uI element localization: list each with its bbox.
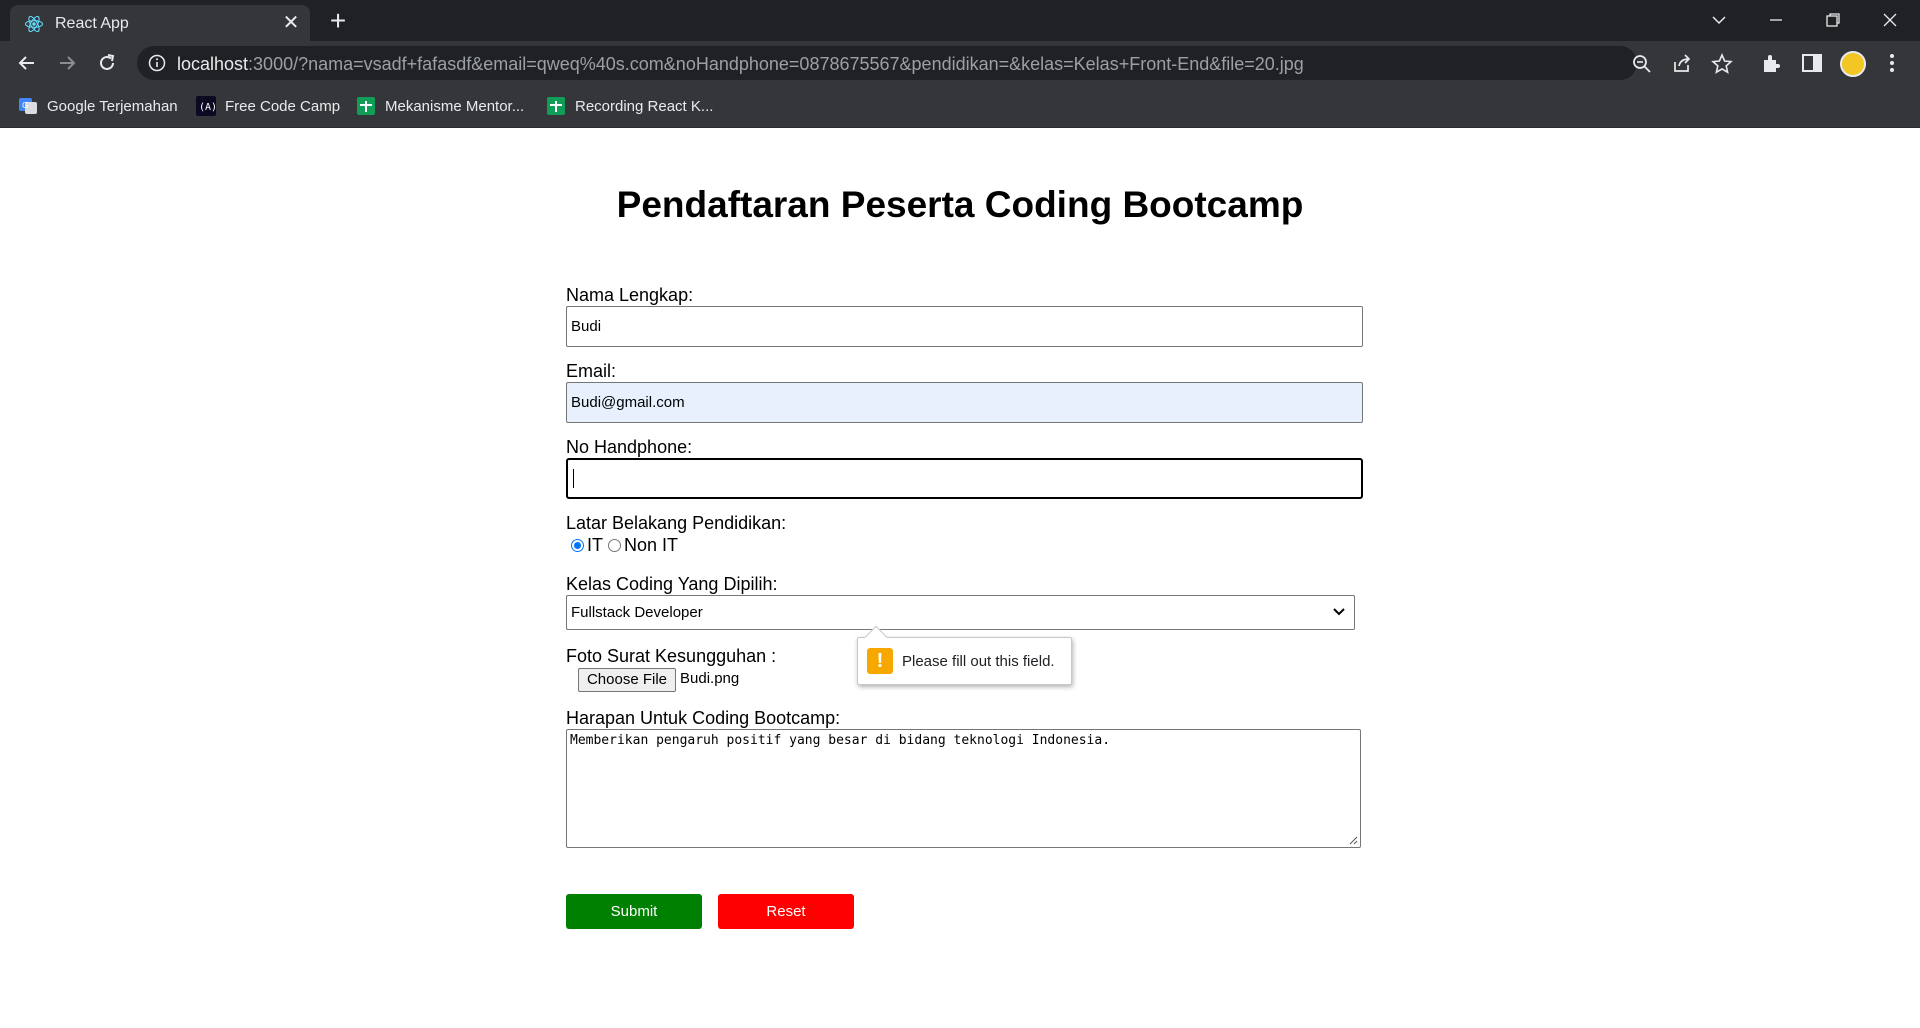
extensions-icon[interactable] bbox=[1760, 51, 1784, 75]
email-input[interactable]: Budi@gmail.com bbox=[566, 382, 1363, 423]
handphone-input[interactable] bbox=[566, 458, 1363, 499]
harapan-textarea[interactable]: Memberikan pengaruh positif yang besar d… bbox=[566, 729, 1361, 848]
tab-title: React App bbox=[55, 15, 129, 32]
handphone-label: No Handphone: bbox=[566, 437, 693, 457]
bookmark-star-icon[interactable] bbox=[1711, 53, 1733, 75]
restore-icon[interactable] bbox=[1816, 4, 1850, 36]
bookmark-mekanisme-mentor[interactable]: Mekanisme Mentor... bbox=[356, 95, 524, 117]
page-title: Pendaftaran Peserta Coding Bootcamp bbox=[616, 184, 1304, 225]
text-caret bbox=[573, 469, 574, 488]
page-content: Pendaftaran Peserta Coding Bootcamp Nama… bbox=[0, 128, 1920, 1028]
svg-text:G: G bbox=[22, 101, 28, 110]
pendidikan-label: Latar Belakang Pendidikan: bbox=[566, 513, 787, 533]
google-sheets-icon bbox=[357, 97, 375, 115]
url-text: localhost:3000/?nama=vsadf+fafasdf&email… bbox=[177, 54, 1304, 74]
site-info-icon[interactable] bbox=[148, 54, 166, 72]
kelas-selected-value: Fullstack Developer bbox=[571, 604, 703, 621]
warning-icon: ! bbox=[867, 648, 893, 674]
freecodecamp-icon: (A) bbox=[196, 96, 216, 116]
profile-avatar[interactable] bbox=[1840, 51, 1866, 77]
google-sheets-icon bbox=[547, 97, 565, 115]
bookmark-recording-react[interactable]: Recording React K... bbox=[546, 95, 713, 117]
nama-label: Nama Lengkap: bbox=[566, 285, 694, 305]
svg-text:(A): (A) bbox=[199, 102, 216, 113]
radio-it[interactable] bbox=[571, 539, 584, 552]
back-icon[interactable] bbox=[12, 48, 42, 78]
bookmark-free-code-camp[interactable]: (A) Free Code Camp bbox=[196, 95, 340, 117]
minimize-icon[interactable] bbox=[1759, 4, 1793, 36]
bookmarks-bar: G Google Terjemahan (A) Free Code Camp M… bbox=[0, 84, 1920, 128]
react-logo-icon bbox=[24, 15, 44, 33]
resize-grip-icon[interactable] bbox=[1348, 835, 1358, 845]
nama-input[interactable]: Budi bbox=[566, 306, 1363, 347]
choose-file-button[interactable]: Choose File bbox=[578, 668, 676, 692]
pendidikan-radio-group: IT Non IT bbox=[571, 535, 683, 556]
reload-icon[interactable] bbox=[92, 48, 122, 78]
reset-button[interactable]: Reset bbox=[718, 894, 854, 929]
harapan-label: Harapan Untuk Coding Bootcamp: bbox=[566, 708, 841, 728]
close-tab-icon[interactable]: ✕ bbox=[280, 12, 302, 34]
kelas-select[interactable]: Fullstack Developer bbox=[566, 595, 1355, 630]
menu-kebab-icon[interactable] bbox=[1880, 51, 1904, 75]
browser-tab-strip: React App ✕ + bbox=[0, 0, 1920, 41]
validation-tooltip: ! Please fill out this field. bbox=[857, 625, 1072, 685]
radio-non-it[interactable] bbox=[608, 539, 621, 552]
foto-label: Foto Surat Kesungguhan : bbox=[566, 646, 777, 666]
bookmark-google-terjemahan[interactable]: G Google Terjemahan bbox=[18, 95, 178, 117]
browser-toolbar: localhost:3000/?nama=vsadf+fafasdf&email… bbox=[0, 41, 1920, 84]
share-icon[interactable] bbox=[1671, 53, 1693, 75]
radio-it-label: IT bbox=[587, 535, 603, 555]
validation-message: Please fill out this field. bbox=[902, 653, 1055, 670]
new-tab-icon[interactable]: + bbox=[323, 6, 353, 36]
submit-button[interactable]: Submit bbox=[566, 894, 702, 929]
close-window-icon[interactable] bbox=[1873, 4, 1907, 36]
zoom-icon[interactable] bbox=[1631, 53, 1653, 75]
browser-tab[interactable]: React App ✕ bbox=[10, 5, 310, 41]
address-bar[interactable]: localhost:3000/?nama=vsadf+fafasdf&email… bbox=[137, 46, 1733, 80]
radio-non-it-label: Non IT bbox=[624, 535, 679, 555]
google-translate-icon: G bbox=[19, 98, 37, 114]
forward-icon[interactable] bbox=[52, 48, 82, 78]
tab-search-icon[interactable] bbox=[1702, 4, 1736, 36]
chevron-down-icon bbox=[1333, 608, 1345, 616]
side-panel-icon[interactable] bbox=[1800, 51, 1824, 75]
file-name: Budi.png bbox=[680, 670, 740, 687]
harapan-value: Memberikan pengaruh positif yang besar d… bbox=[570, 733, 1111, 748]
email-label: Email: bbox=[566, 361, 617, 381]
kelas-label: Kelas Coding Yang Dipilih: bbox=[566, 574, 778, 594]
